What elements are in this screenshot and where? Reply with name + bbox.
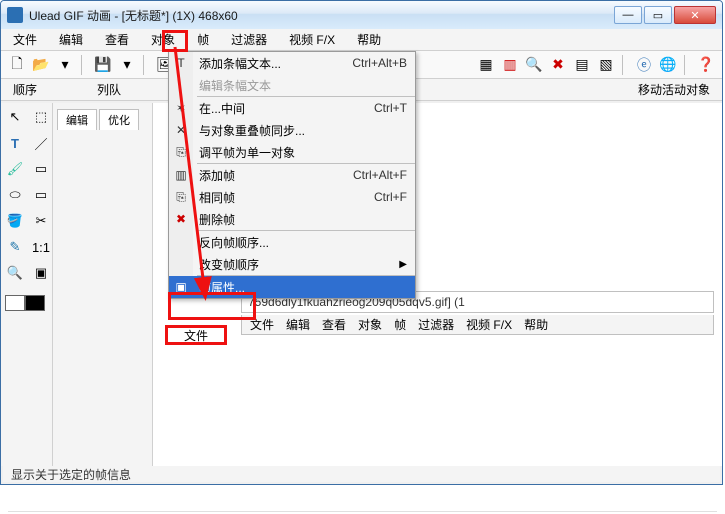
tool-e-icon[interactable]: ▤ <box>572 55 592 75</box>
inner-menu-view[interactable]: 查看 <box>322 316 346 333</box>
dropdown2-icon[interactable]: ▾ <box>117 55 137 75</box>
dup-icon: ⎘ <box>173 189 189 205</box>
inner-menu-videofx[interactable]: 视频 F/X <box>466 316 512 333</box>
submenu-arrow-icon: ▶ <box>399 259 407 270</box>
inner-menu-file[interactable]: 文件 <box>250 316 274 333</box>
menu-file[interactable]: 文件 <box>9 29 41 50</box>
window-title: Ulead GIF 动画 - [无标题*] (1X) 468x60 <box>29 7 614 24</box>
pointer-icon[interactable]: ↖ <box>5 107 25 127</box>
tab-edit[interactable]: 编辑 <box>57 109 97 130</box>
text-icon[interactable]: T <box>5 133 25 153</box>
fill-icon[interactable]: 🪣 <box>5 211 25 231</box>
inner-menu-object[interactable]: 对象 <box>358 316 382 333</box>
select-icon[interactable]: ⬚ <box>31 107 51 127</box>
eraser-icon[interactable]: ▭ <box>31 159 51 179</box>
split-icon: ⎘ <box>173 144 189 160</box>
menu-dup-frame[interactable]: ⎘ 相同帧 Ctrl+F <box>169 186 415 208</box>
menu-reverse-order[interactable]: 反向帧顺序... <box>169 231 415 253</box>
zoom-icon[interactable]: 🔍 <box>5 263 25 283</box>
inner-menu-frame[interactable]: 帧 <box>394 316 406 333</box>
inner-menu-help[interactable]: 帮助 <box>524 316 548 333</box>
ratio-icon[interactable]: 1:1 <box>31 237 51 257</box>
minimize-button[interactable]: — <box>614 6 642 24</box>
menu-add-banner-text[interactable]: T 添加条幅文本... Ctrl+Alt+B <box>169 52 415 74</box>
dropdown-icon[interactable]: ▾ <box>55 55 75 75</box>
queue-label: 列队 <box>97 81 121 98</box>
tool-b-icon[interactable]: ▥ <box>500 55 520 75</box>
titlebar: Ulead GIF 动画 - [无标题*] (1X) 468x60 — ▭ ✕ <box>1 1 722 29</box>
menu-sync-overlap[interactable]: ✕ 与对象重叠帧同步... <box>169 119 415 141</box>
open-icon[interactable]: 📂 <box>31 55 51 75</box>
new-icon[interactable]: 🗋 <box>7 55 27 75</box>
sync-icon: ✕ <box>173 122 189 138</box>
inner-menu-filter[interactable]: 过滤器 <box>418 316 454 333</box>
menu-between[interactable]: ✶ 在...中间 Ctrl+T <box>169 97 415 119</box>
menu-add-frame[interactable]: ▥ 添加帧 Ctrl+Alt+F <box>169 164 415 186</box>
crop-icon[interactable]: ✂ <box>31 211 51 231</box>
menu-view[interactable]: 查看 <box>101 29 133 50</box>
save-icon[interactable]: 💾 <box>93 55 113 75</box>
menu-frame-props[interactable]: ▣ 帧属性... <box>169 276 415 298</box>
world-icon[interactable]: 🌐 <box>658 55 678 75</box>
tab-optimize[interactable]: 优化 <box>99 109 139 130</box>
inner-menubar: 文件 编辑 查看 对象 帧 过滤器 视频 F/X 帮助 <box>241 315 714 335</box>
props-icon: ▣ <box>173 279 189 295</box>
line-icon[interactable]: ／ <box>31 133 51 153</box>
tool-d-icon[interactable]: ✖ <box>548 55 568 75</box>
frame-dropdown: T 添加条幅文本... Ctrl+Alt+B 编辑条幅文本 ✶ 在...中间 C… <box>168 51 416 299</box>
brush-icon[interactable]: 🖌 <box>5 159 25 179</box>
close-button[interactable]: ✕ <box>674 6 716 24</box>
inner-file-tab[interactable]: 文件 <box>165 325 227 345</box>
menubar: 文件 编辑 查看 对象 帧 过滤器 视频 F/X 帮助 <box>1 29 722 51</box>
menu-edit-banner-text[interactable]: 编辑条幅文本 <box>169 74 415 96</box>
tool-a-icon[interactable]: ▦ <box>476 55 496 75</box>
app-icon <box>7 7 23 23</box>
menu-object[interactable]: 对象 <box>147 29 179 50</box>
menu-filter[interactable]: 过滤器 <box>227 29 271 50</box>
statusbar: 显示关于选定的帧信息 <box>3 466 720 482</box>
menu-frame[interactable]: 帧 <box>193 29 213 50</box>
between-icon: ✶ <box>173 100 189 116</box>
rect-icon[interactable]: ▭ <box>31 185 51 205</box>
text-icon: T <box>173 55 189 71</box>
menu-help[interactable]: 帮助 <box>353 29 385 50</box>
picker-icon[interactable]: ✎ <box>5 237 25 257</box>
side-toolbox: ↖ ⬚ T ／ 🖌 ▭ ⬭ ▭ 🪣 ✂ ✎ 1:1 🔍 ▣ <box>1 103 53 466</box>
menu-videofx[interactable]: 视频 F/X <box>285 29 339 50</box>
menu-del-frame[interactable]: ✖ 删除帧 <box>169 208 415 230</box>
menu-change-order[interactable]: 改变帧顺序 ▶ <box>169 253 415 275</box>
tool-c-icon[interactable]: 🔍 <box>524 55 544 75</box>
lower-border <box>8 488 717 512</box>
seq-label: 顺序 <box>13 81 37 98</box>
menu-split-single[interactable]: ⎘ 调平帧为单一对象 <box>169 141 415 163</box>
add-icon: ▥ <box>173 167 189 183</box>
inner-menu-edit[interactable]: 编辑 <box>286 316 310 333</box>
color-swatch[interactable] <box>5 295 51 311</box>
ellipse-icon[interactable]: ⬭ <box>5 185 25 205</box>
tool-f-icon[interactable]: ▧ <box>596 55 616 75</box>
left-panel: 编辑 优化 <box>53 103 153 466</box>
maximize-button[interactable]: ▭ <box>644 6 672 24</box>
menu-edit[interactable]: 编辑 <box>55 29 87 50</box>
del-icon: ✖ <box>173 211 189 227</box>
ie-icon[interactable]: ⓔ <box>634 55 654 75</box>
fit-icon[interactable]: ▣ <box>31 263 51 283</box>
move-label: 移动活动对象 <box>638 81 710 98</box>
help-icon[interactable]: ❓ <box>696 55 716 75</box>
app-window: Ulead GIF 动画 - [无标题*] (1X) 468x60 — ▭ ✕ … <box>0 0 723 485</box>
